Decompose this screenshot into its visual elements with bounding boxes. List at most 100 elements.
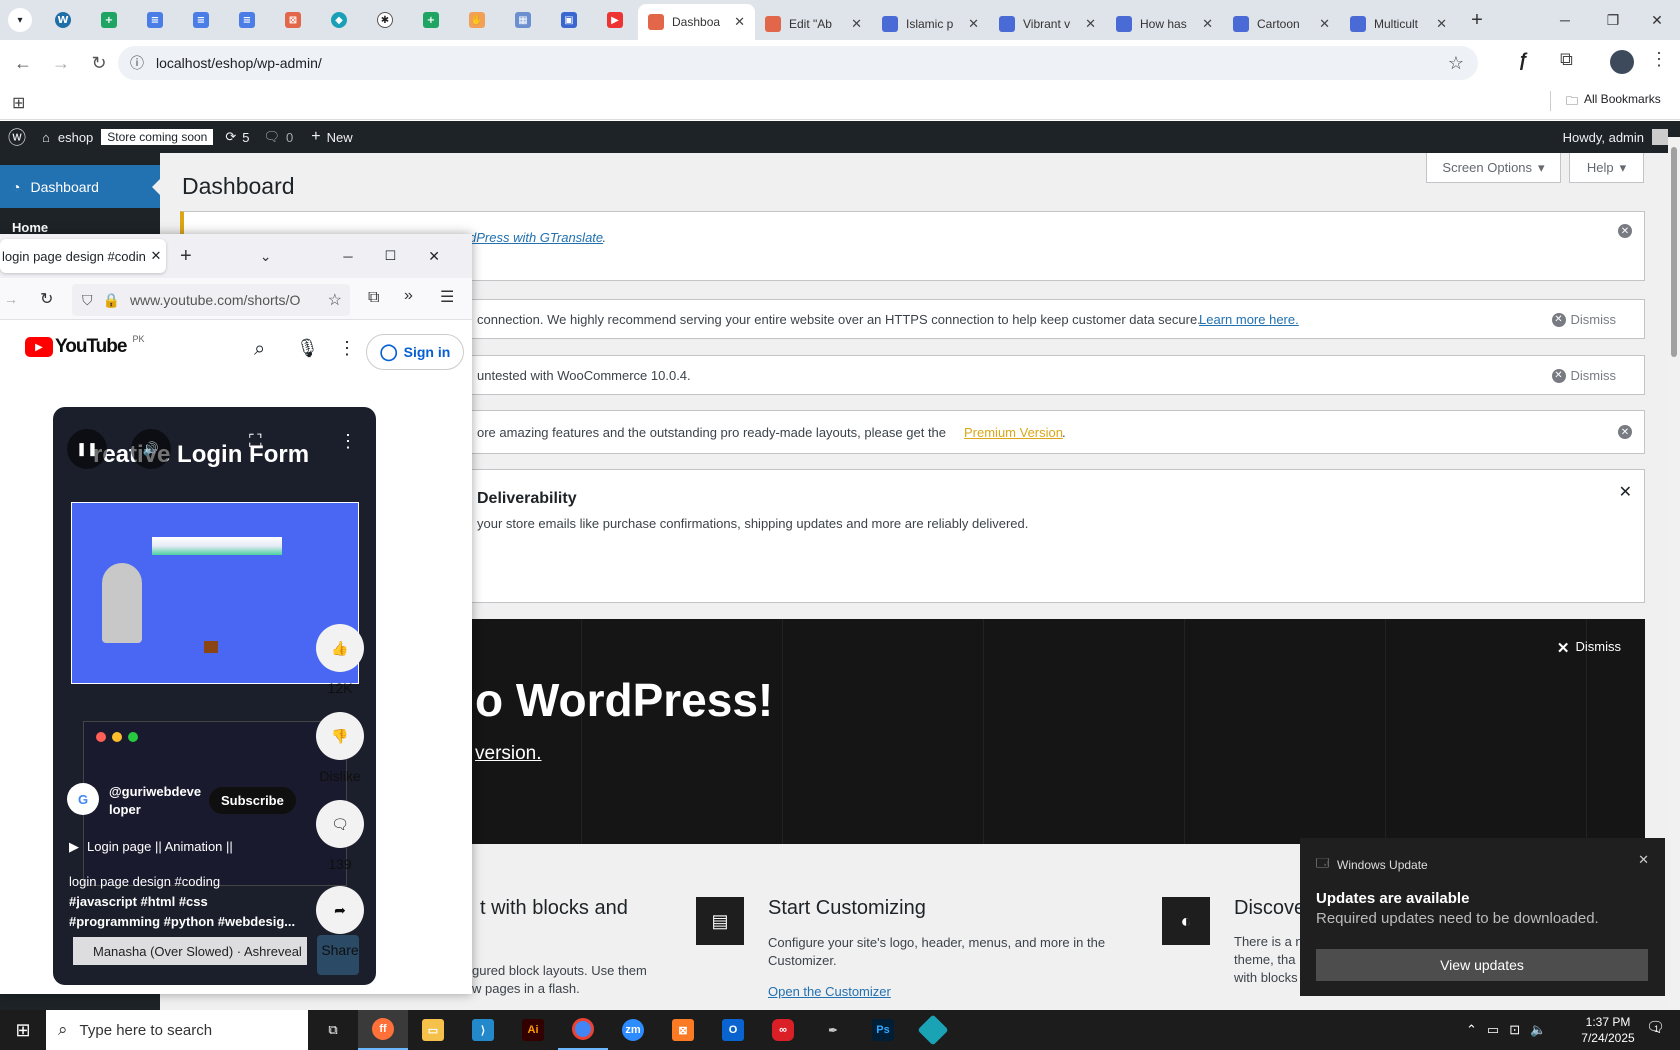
pinned-tab-chatgpt[interactable]: ✱ bbox=[362, 4, 408, 36]
new-tab-button[interactable]: + bbox=[1457, 9, 1497, 32]
dislike-button[interactable]: 👎 Dislike bbox=[316, 712, 364, 784]
gtranslate-link[interactable]: dPress with GTranslate bbox=[469, 230, 603, 245]
youtube-logo[interactable]: ▶ YouTube PK bbox=[25, 334, 144, 358]
site-info-icon[interactable]: ⓘ bbox=[130, 53, 144, 73]
close-tab-icon[interactable]: ✕ bbox=[1319, 16, 1330, 32]
fullscreen-icon[interactable]: ⛶ bbox=[249, 431, 262, 452]
welcome-version-link[interactable]: version. bbox=[475, 743, 542, 765]
forward-button[interactable]: → bbox=[4, 291, 18, 307]
app-menu-icon[interactable]: ☰ bbox=[440, 287, 454, 307]
page-scrollbar[interactable] bbox=[1668, 137, 1680, 1010]
minimize-button[interactable]: ─ bbox=[1540, 0, 1590, 40]
volume-icon[interactable]: 🔊 bbox=[131, 429, 171, 469]
taskbar-zoom[interactable]: zm bbox=[608, 1010, 658, 1050]
close-tab-icon[interactable]: ✕ bbox=[734, 14, 745, 30]
pinned-tab-docs-2[interactable]: ≡ bbox=[178, 4, 224, 36]
pinned-tab-docs-3[interactable]: ≡ bbox=[224, 4, 270, 36]
taskbar-file-explorer[interactable]: ▭ bbox=[408, 1010, 458, 1050]
site-name-link[interactable]: ⌂ eshop bbox=[42, 130, 93, 145]
firefox-url-bar[interactable]: ⛉ 🔒 www.youtube.com/shorts/Ovjk ☆ bbox=[72, 284, 350, 316]
playlist-link[interactable]: ▶ Login page || Animation || bbox=[69, 839, 233, 855]
subscribe-button[interactable]: Subscribe bbox=[209, 787, 296, 814]
microphone-icon[interactable]: 🎙 bbox=[296, 338, 319, 359]
browser-tab[interactable]: Edit "Ab ✕ bbox=[755, 8, 872, 40]
all-bookmarks-button[interactable]: 🗀 All Bookmarks bbox=[1566, 92, 1661, 113]
wp-logo-icon[interactable]: ⓦ bbox=[0, 124, 34, 150]
taskbar-app[interactable] bbox=[908, 1010, 958, 1050]
learn-more-link[interactable]: Learn more here. bbox=[1199, 312, 1299, 327]
profile-avatar[interactable] bbox=[1610, 50, 1634, 74]
close-notice-icon[interactable]: ✕ bbox=[1618, 425, 1632, 439]
close-icon[interactable]: ✕ bbox=[1619, 482, 1632, 502]
tray-overflow-icon[interactable]: ⌃ bbox=[1466, 1022, 1477, 1038]
firefox-tab-youtube[interactable]: login page design #coding ✕ bbox=[0, 239, 166, 273]
music-pill[interactable]: Manasha (Over Slowed) · Ashreveal bbox=[73, 937, 307, 965]
browser-tab[interactable]: Vibrant v ✕ bbox=[989, 8, 1106, 40]
search-icon[interactable]: ⌕ bbox=[254, 338, 265, 361]
restore-button[interactable]: ❐ bbox=[1588, 0, 1638, 40]
pinned-tab-xampp[interactable]: ⊠ bbox=[270, 4, 316, 36]
taskbar-photoshop[interactable]: Ps bbox=[858, 1010, 908, 1050]
browser-tab[interactable]: Islamic p ✕ bbox=[872, 8, 989, 40]
sidebar-item-dashboard[interactable]: ◔ Dashboard bbox=[0, 165, 160, 208]
forward-button[interactable]: → bbox=[42, 53, 80, 74]
store-status-badge[interactable]: Store coming soon bbox=[101, 129, 214, 145]
notification-center-button[interactable]: 🗨 1 bbox=[1646, 1018, 1665, 1036]
updates-link[interactable]: ⟳ 5 bbox=[225, 129, 249, 145]
pinned-tab-youtube[interactable]: ▶ bbox=[592, 4, 638, 36]
channel-avatar[interactable]: G bbox=[67, 783, 99, 815]
browser-tab[interactable]: Multicult ✕ bbox=[1340, 8, 1457, 40]
comments-link[interactable]: 🗨 0 bbox=[263, 129, 293, 145]
tray-battery-icon[interactable]: ▭ bbox=[1487, 1022, 1499, 1038]
bookmark-star-icon[interactable]: ☆ bbox=[1448, 53, 1464, 74]
player-more-icon[interactable]: ⋮ bbox=[339, 431, 357, 452]
url-bar[interactable]: ⓘ localhost/eshop/wp-admin/ ☆ bbox=[118, 46, 1478, 80]
pinned-tab-grid[interactable]: ▦ bbox=[500, 4, 546, 36]
extensions-icon[interactable]: ⧉ bbox=[1560, 49, 1573, 70]
apps-grid-icon[interactable]: ⊞ bbox=[12, 93, 25, 113]
channel-handle[interactable]: @guriwebdeve loper bbox=[109, 783, 201, 819]
toast-close-icon[interactable]: ✕ bbox=[1638, 852, 1649, 868]
taskbar-illustrator[interactable]: Ai bbox=[508, 1010, 558, 1050]
more-options-icon[interactable]: ⋮ bbox=[338, 338, 356, 359]
pinned-tab-sheets-2[interactable]: + bbox=[408, 4, 454, 36]
clock[interactable]: 1:37 PM 7/24/2025 bbox=[1576, 1014, 1640, 1046]
list-tabs-icon[interactable]: ⌄ bbox=[260, 248, 272, 265]
new-content-link[interactable]: + New bbox=[311, 128, 352, 146]
close-tab-icon[interactable]: ✕ bbox=[1202, 16, 1213, 32]
pinned-tab-hand[interactable]: ✋ bbox=[454, 4, 500, 36]
dismiss-woocommerce-button[interactable]: ✕ Dismiss bbox=[1551, 368, 1616, 383]
overflow-chevron-icon[interactable]: » bbox=[404, 287, 413, 305]
close-window-button[interactable]: ✕ bbox=[428, 248, 440, 265]
bookmark-star-icon[interactable]: ☆ bbox=[328, 290, 342, 310]
scrollbar-thumb[interactable] bbox=[1671, 147, 1677, 357]
screen-options-button[interactable]: Screen Options ▾ bbox=[1426, 153, 1561, 183]
dismiss-https-button[interactable]: ✕ Dismiss bbox=[1551, 312, 1616, 327]
extensions-icon[interactable]: ⧉ bbox=[368, 289, 379, 307]
network-icon[interactable]: ⊡ bbox=[1509, 1022, 1520, 1038]
close-tab-icon[interactable]: ✕ bbox=[146, 248, 166, 264]
sign-in-button[interactable]: ◯ Sign in bbox=[366, 334, 464, 370]
taskbar-vscode[interactable]: ⟩ bbox=[458, 1010, 508, 1050]
pause-icon[interactable]: ❚❚ bbox=[67, 429, 107, 469]
volume-icon[interactable]: 🔈 bbox=[1530, 1022, 1546, 1038]
task-view-button[interactable]: ⧉ bbox=[308, 1010, 358, 1050]
pinned-tab-sheets[interactable]: + bbox=[86, 4, 132, 36]
close-tab-icon[interactable]: ✕ bbox=[851, 16, 862, 32]
taskbar-chrome[interactable] bbox=[558, 1010, 608, 1050]
close-window-button[interactable]: ✕ bbox=[1632, 0, 1680, 40]
minimize-button[interactable]: ─ bbox=[343, 249, 352, 264]
tab-search-button[interactable]: ▾ bbox=[8, 8, 32, 32]
taskbar-outlook[interactable]: O bbox=[708, 1010, 758, 1050]
windows-update-toast[interactable]: 🗔 Windows Update ✕ Updates are available… bbox=[1300, 838, 1665, 996]
browser-tab[interactable]: Cartoon ✕ bbox=[1223, 8, 1340, 40]
view-updates-button[interactable]: View updates bbox=[1316, 949, 1648, 981]
taskbar-creative-cloud[interactable]: ∞ bbox=[758, 1010, 808, 1050]
extension-f-icon[interactable]: ƒ bbox=[1518, 50, 1544, 76]
maximize-button[interactable]: ☐ bbox=[385, 248, 397, 264]
taskbar-pen-tool[interactable]: ✒ bbox=[808, 1010, 858, 1050]
premium-version-link[interactable]: Premium Version bbox=[964, 425, 1063, 440]
help-button[interactable]: Help ▾ bbox=[1569, 153, 1644, 183]
close-tab-icon[interactable]: ✕ bbox=[968, 16, 979, 32]
start-button[interactable]: ⊞ bbox=[0, 1010, 46, 1050]
